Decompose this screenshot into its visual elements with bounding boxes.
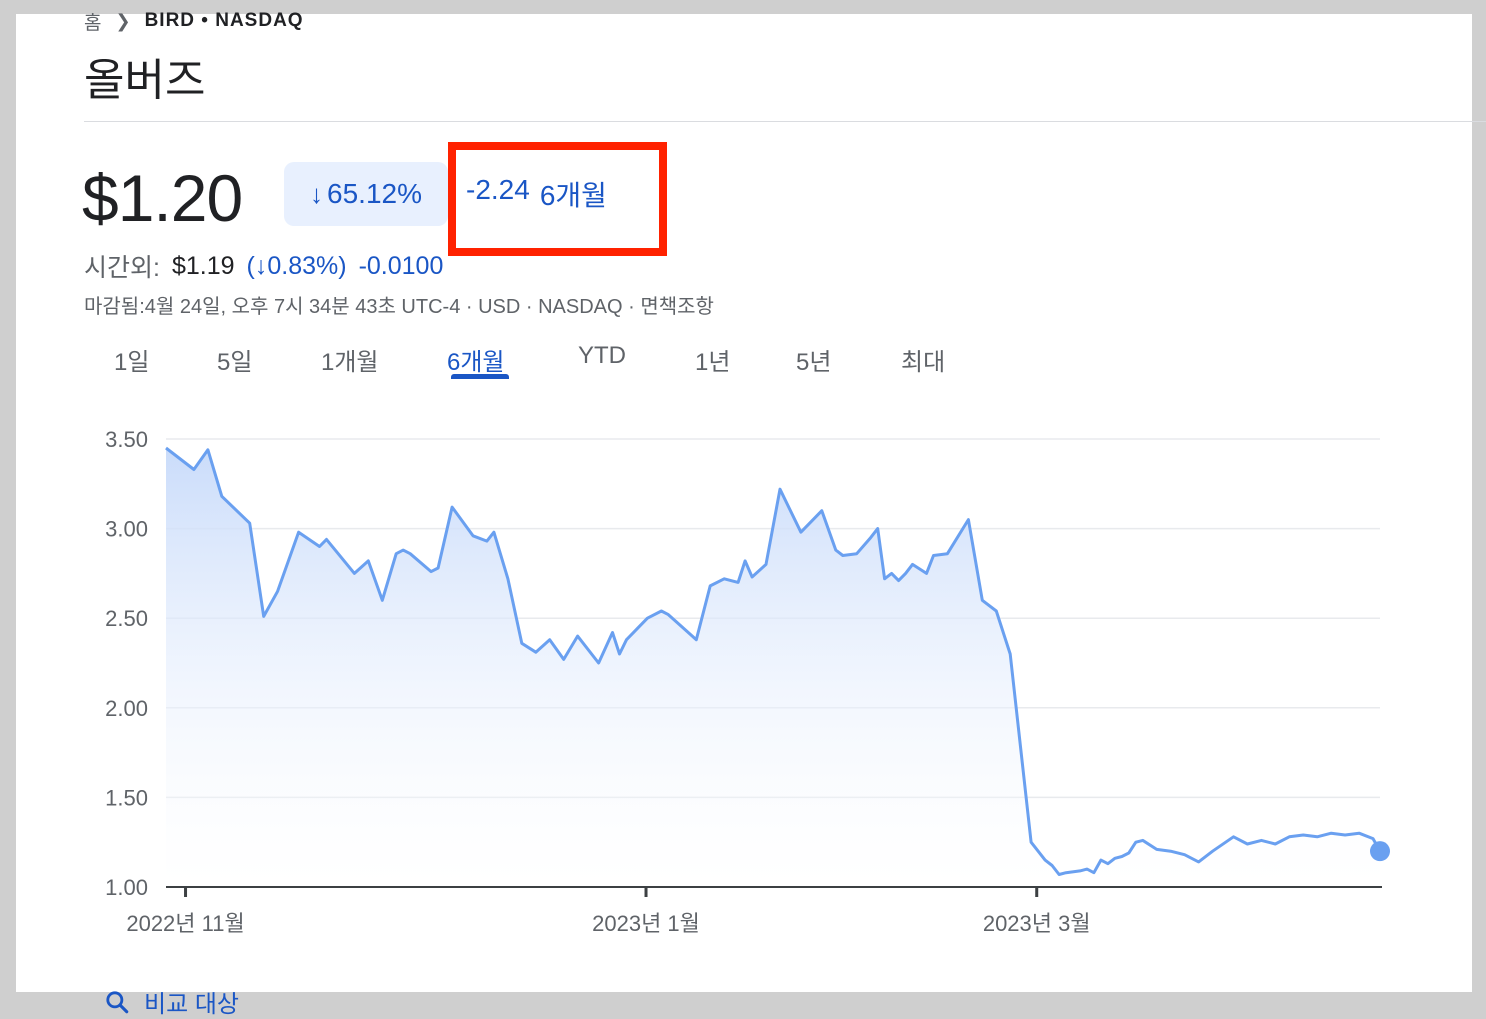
search-icon: [106, 990, 129, 1013]
price-area: [166, 448, 1380, 887]
x-tick-label: 2022년 11월: [126, 911, 244, 936]
y-tick-label: 2.00: [105, 696, 148, 721]
y-tick-label: 3.50: [105, 427, 148, 452]
compare-label: 비교 대상: [144, 991, 239, 1018]
y-tick-label: 1.00: [105, 875, 148, 900]
x-tick-label: 2023년 3월: [983, 911, 1091, 936]
y-tick-label: 1.50: [105, 785, 148, 810]
price-chart[interactable]: 3.50 3.00 2.50 2.00 1.50 1.00 2022년 11월 2023년 …: [16, 14, 1472, 992]
y-tick-label: 2.50: [105, 606, 148, 631]
page: 홈 ❯ BIRD • NASDAQ 올버즈 $1.20 ↓ 65.12% -2.…: [16, 10, 1486, 1018]
compare-button[interactable]: 비교 대상: [104, 984, 239, 1019]
last-price-dot: [1370, 841, 1390, 862]
y-tick-label: 3.00: [105, 517, 148, 542]
x-tick-label: 2023년 1월: [592, 911, 700, 936]
